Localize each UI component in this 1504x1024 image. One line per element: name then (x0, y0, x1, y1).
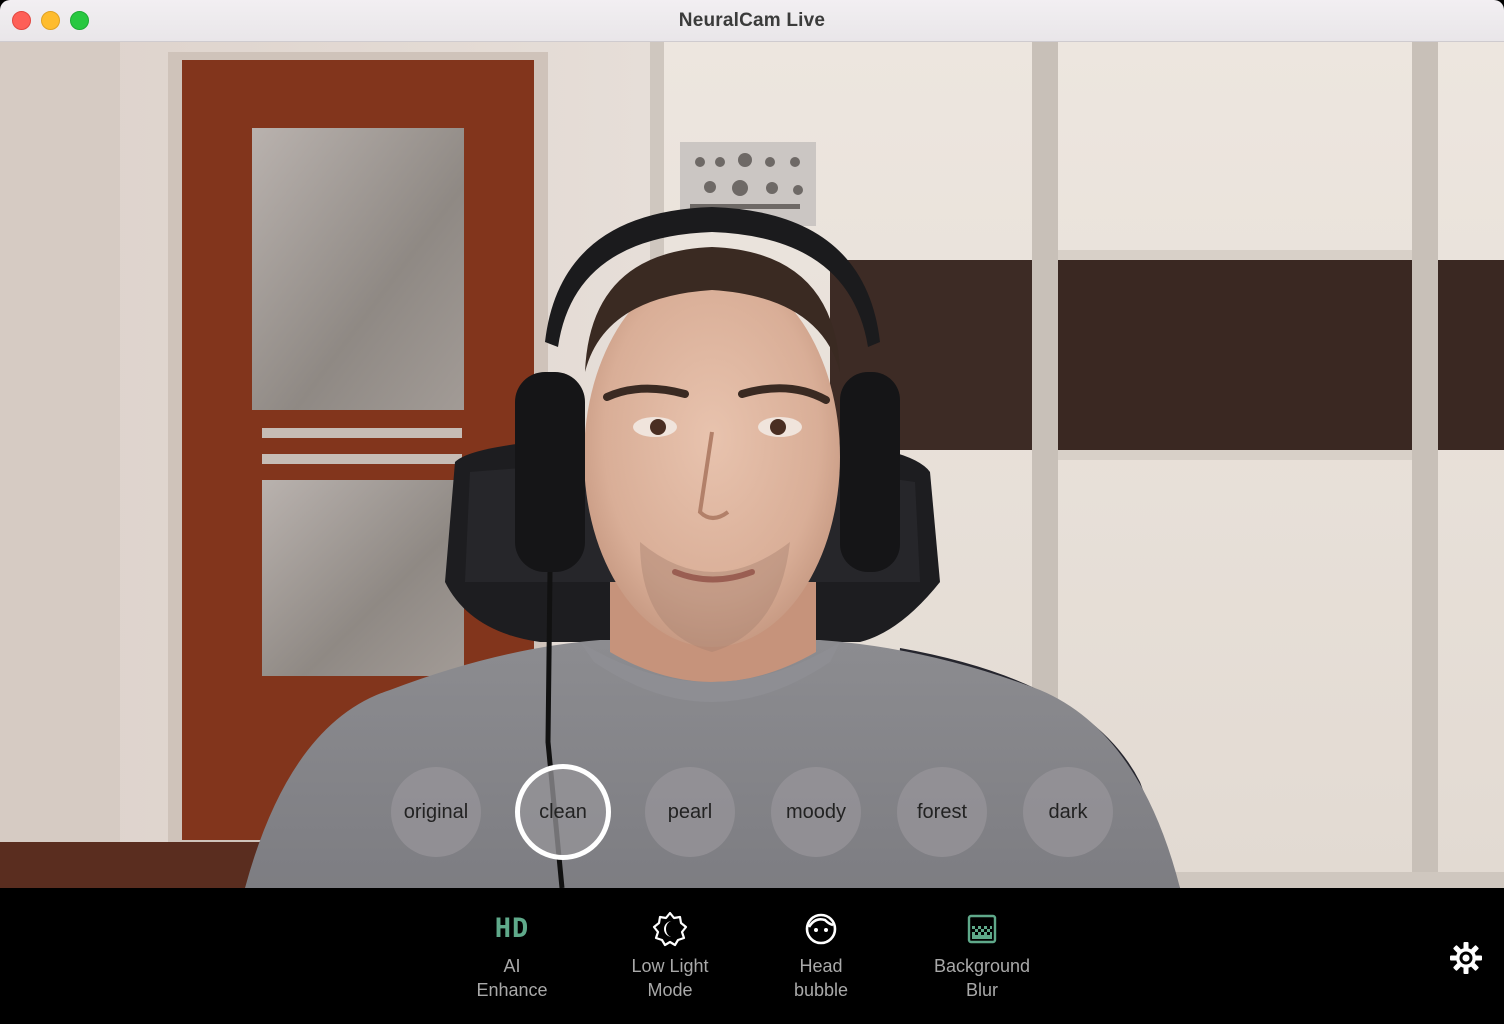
low-light-mode-button[interactable]: Low Light Mode (600, 910, 740, 1002)
filter-presets: original clean pearl moody forest dark (0, 764, 1504, 860)
filter-moody[interactable]: moody (771, 767, 861, 857)
window-controls (12, 11, 89, 30)
filter-original[interactable]: original (391, 767, 481, 857)
filter-dark[interactable]: dark (1023, 767, 1113, 857)
gear-icon[interactable] (1448, 940, 1484, 976)
head-bubble-label-line1: Head (799, 956, 843, 976)
ai-enhance-label-line1: AI (503, 956, 521, 976)
app-window: NeuralCam Live original clean pearl mood… (0, 0, 1504, 1024)
background-blur-label-line2: Blur (965, 980, 998, 1000)
low-light-icon (652, 911, 688, 947)
background-blur-button[interactable]: Background Blur (912, 910, 1052, 1002)
maximize-window-button[interactable] (70, 11, 89, 30)
face-icon (805, 913, 837, 945)
filter-clean[interactable]: clean (515, 764, 611, 860)
head-bubble-button[interactable]: Head bubble (751, 910, 891, 1002)
ai-enhance-label-line2: Enhance (476, 980, 548, 1000)
camera-preview: original clean pearl moody forest dark (0, 42, 1504, 888)
low-light-label-line1: Low Light (631, 956, 709, 976)
low-light-label-line2: Mode (647, 980, 693, 1000)
close-window-button[interactable] (12, 11, 31, 30)
hd-icon: HD (494, 913, 530, 944)
blur-icon (967, 914, 997, 944)
bottom-toolbar: HD AI Enhance Low Light Mode Head bubble… (0, 888, 1504, 1024)
title-bar: NeuralCam Live (0, 0, 1504, 42)
filter-pearl[interactable]: pearl (645, 767, 735, 857)
ai-enhance-button[interactable]: HD AI Enhance (442, 910, 582, 1002)
minimize-window-button[interactable] (41, 11, 60, 30)
filter-forest[interactable]: forest (897, 767, 987, 857)
window-title: NeuralCam Live (678, 9, 826, 31)
background-blur-label-line1: Background (933, 956, 1031, 976)
head-bubble-label-line2: bubble (793, 980, 849, 1000)
camera-feed-image (0, 42, 1504, 888)
